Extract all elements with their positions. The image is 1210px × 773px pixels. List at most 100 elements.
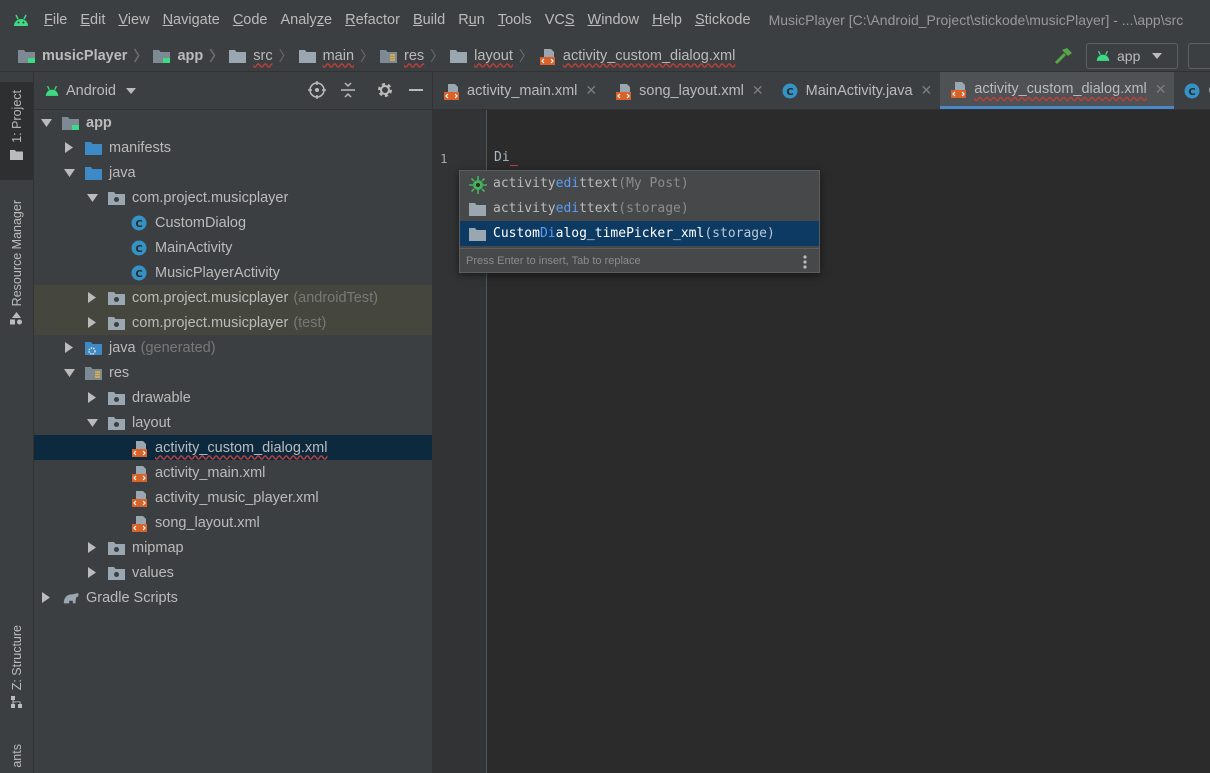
editor-tab-song-layout-xml[interactable]: song_layout.xml ✕ <box>605 72 772 109</box>
tab-project[interactable]: 1: Project <box>0 82 33 180</box>
tree-item-gradle-scripts[interactable]: Gradle Scripts <box>34 585 432 610</box>
collapsed-arrow-icon[interactable] <box>86 542 98 554</box>
svg-text:C: C <box>135 219 142 230</box>
collapsed-arrow-icon[interactable] <box>63 342 75 354</box>
locate-target-icon[interactable] <box>308 81 326 99</box>
tab-build-variants[interactable]: ants <box>0 744 33 773</box>
editor-tab-label: activity_custom_dialog.xml <box>974 81 1147 97</box>
editor-tab-customdialog-java[interactable]: CCustomDialog.java <box>1174 72 1210 109</box>
completion-item[interactable]: activity edi ttext (storage) <box>460 196 819 221</box>
tab-resource-manager[interactable]: Resource Manager <box>0 200 33 325</box>
package-folder-icon <box>108 415 126 431</box>
editor-tab-label: MainActivity.java <box>805 82 913 99</box>
collapsed-arrow-icon[interactable] <box>86 317 98 329</box>
close-icon[interactable]: ✕ <box>752 82 764 99</box>
tree-item-layout[interactable]: layout <box>34 410 432 435</box>
breadcrumb-item[interactable]: main 〉 <box>298 46 380 66</box>
menu-help[interactable]: Help <box>652 12 682 28</box>
tree-item-res[interactable]: res <box>34 360 432 385</box>
xml-file-icon <box>950 81 968 98</box>
menu-file[interactable]: File <box>44 12 67 28</box>
folder-icon <box>10 149 23 160</box>
tree-item-com-project-musicplayer[interactable]: com.project.musicplayer (androidTest) <box>34 285 432 310</box>
menu-run[interactable]: Run <box>458 12 485 28</box>
collapse-all-icon[interactable] <box>340 81 356 99</box>
tree-item-activity-music-player-xml[interactable]: activity_music_player.xml <box>34 485 432 510</box>
run-configuration-label: app <box>1117 48 1141 64</box>
breadcrumb-item[interactable]: res 〉 <box>380 46 450 66</box>
hammer-build-icon[interactable] <box>1054 47 1074 65</box>
tree-item-activity-custom-dialog-xml[interactable]: activity_custom_dialog.xml <box>34 435 432 460</box>
tree-item-drawable[interactable]: drawable <box>34 385 432 410</box>
breadcrumb-item[interactable]: src 〉 <box>229 46 298 66</box>
close-icon[interactable]: ✕ <box>585 82 597 99</box>
menu-tools[interactable]: Tools <box>498 12 532 28</box>
folder-icon <box>85 165 103 181</box>
menu-vcs[interactable]: VCS <box>545 12 575 28</box>
editor-tab-mainactivity-java[interactable]: C MainActivity.java ✕ <box>772 72 941 109</box>
completion-item[interactable]: activity edi ttext (My Post) <box>460 171 819 196</box>
project-view-label: Android <box>66 82 116 99</box>
menu-code[interactable]: Code <box>233 12 268 28</box>
close-icon[interactable]: ✕ <box>921 82 933 99</box>
tree-item-com-project-musicplayer[interactable]: com.project.musicplayer (test) <box>34 310 432 335</box>
project-view-select[interactable]: Android <box>44 83 136 99</box>
completion-match: edi <box>555 201 580 216</box>
menu-stickode[interactable]: Stickode <box>695 12 751 28</box>
menu-navigate[interactable]: Navigate <box>163 12 220 28</box>
expanded-arrow-icon[interactable] <box>86 417 98 429</box>
menu-mnemonic: N <box>162 12 174 28</box>
menu-view[interactable]: View <box>118 12 149 28</box>
tree-item-activity-main-xml[interactable]: activity_main.xml <box>34 460 432 485</box>
breadcrumb-item[interactable]: app 〉 <box>153 46 229 66</box>
tree-item-com-project-musicplayer[interactable]: com.project.musicplayer <box>34 185 432 210</box>
tree-item-java[interactable]: java (generated) <box>34 335 432 360</box>
code-line[interactable]: Di <box>494 150 510 165</box>
expanded-arrow-icon[interactable] <box>63 167 75 179</box>
java-class-icon: C <box>131 215 149 231</box>
menu-label-part: Analy <box>280 12 317 28</box>
menu-edit[interactable]: Edit <box>80 12 105 28</box>
run-configuration-select[interactable]: app <box>1086 43 1178 69</box>
breadcrumb-item[interactable]: musicPlayer 〉 <box>18 46 153 66</box>
tree-item-musicplayeractivity[interactable]: C MusicPlayerActivity <box>34 260 432 285</box>
expanded-arrow-icon[interactable] <box>86 192 98 204</box>
hide-panel-icon[interactable] <box>408 81 424 99</box>
expanded-arrow-icon[interactable] <box>63 367 75 379</box>
editor-tab-activity-custom-dialog-xml[interactable]: activity_custom_dialog.xml ✕ <box>940 72 1175 109</box>
tree-item-label: com.project.musicplayer <box>132 314 289 331</box>
breadcrumb-label: main <box>322 47 355 64</box>
tab-structure[interactable]: Z: Structure <box>0 625 33 709</box>
gear-icon[interactable] <box>376 81 394 99</box>
menu-mnemonic: V <box>118 12 128 28</box>
menu-refactor[interactable]: Refactor <box>345 12 400 28</box>
tree-item-values[interactable]: values <box>34 560 432 585</box>
menu-analyze[interactable]: Analyze <box>281 12 333 28</box>
tree-item-hint: (test) <box>293 314 327 331</box>
tree-item-song-layout-xml[interactable]: song_layout.xml <box>34 510 432 535</box>
collapsed-arrow-icon[interactable] <box>63 142 75 154</box>
close-icon[interactable]: ✕ <box>1155 81 1167 98</box>
menu-mnemonic: W <box>587 12 602 28</box>
tree-item-java[interactable]: java <box>34 160 432 185</box>
completion-item[interactable]: Custom Di alog_timePicker_xml (storage) <box>460 221 819 246</box>
breadcrumb-item[interactable]: layout 〉 <box>450 46 539 66</box>
tree-item-manifests[interactable]: manifests <box>34 135 432 160</box>
tree-item-mainactivity[interactable]: C MainActivity <box>34 235 432 260</box>
device-selector[interactable] <box>1188 43 1210 69</box>
tree-item-app[interactable]: app <box>34 110 432 135</box>
collapsed-arrow-icon[interactable] <box>40 592 52 604</box>
more-options-icon[interactable] <box>803 255 807 272</box>
breadcrumb-item[interactable]: activity_custom_dialog.xml <box>539 48 735 65</box>
tree-item-mipmap[interactable]: mipmap <box>34 535 432 560</box>
collapsed-arrow-icon[interactable] <box>86 392 98 404</box>
expanded-arrow-icon[interactable] <box>40 117 52 129</box>
collapsed-arrow-icon[interactable] <box>86 292 98 304</box>
collapsed-arrow-icon[interactable] <box>86 567 98 579</box>
editor-tab-activity-main-xml[interactable]: activity_main.xml ✕ <box>433 72 605 109</box>
project-panel: Android app manifests java com.project.musi… <box>34 72 433 773</box>
menu-build[interactable]: Build <box>413 12 445 28</box>
menu-window[interactable]: Window <box>588 12 640 28</box>
tree-item-customdialog[interactable]: C CustomDialog <box>34 210 432 235</box>
menu-bar: File Edit View Navigate Code Analyze Refactor B… <box>0 0 1210 40</box>
